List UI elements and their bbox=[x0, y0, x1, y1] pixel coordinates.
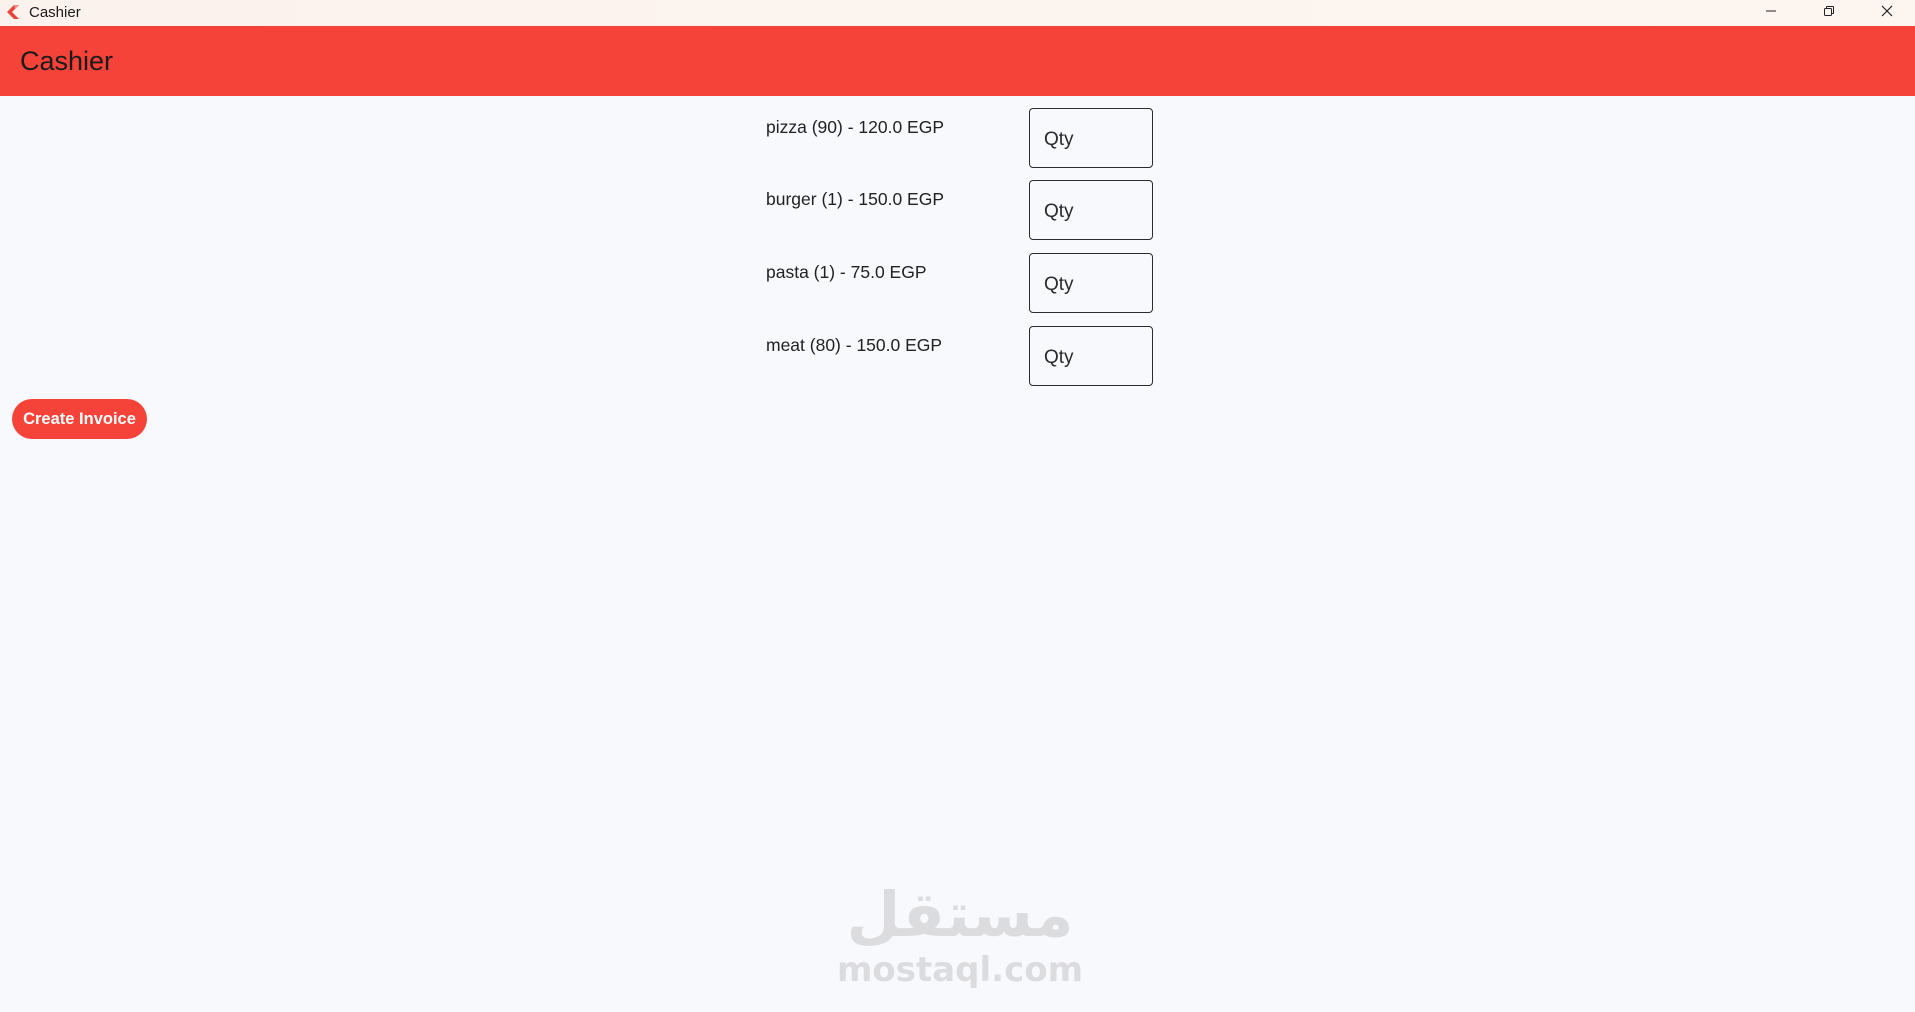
restore-icon bbox=[1823, 4, 1835, 22]
qty-input[interactable] bbox=[1029, 180, 1153, 240]
app-bar: Cashier bbox=[0, 26, 1915, 96]
product-row: burger (1) - 150.0 EGP bbox=[0, 168, 1915, 240]
qty-input[interactable] bbox=[1029, 253, 1153, 313]
product-row: meat (80) - 150.0 EGP bbox=[0, 314, 1915, 386]
watermark: مستقل mostaql.com bbox=[830, 880, 1090, 995]
qty-input[interactable] bbox=[1029, 108, 1153, 168]
watermark-arabic-text: مستقل bbox=[846, 878, 1074, 951]
qty-input[interactable] bbox=[1029, 326, 1153, 386]
create-invoice-button[interactable]: Create Invoice bbox=[12, 399, 147, 439]
minimize-icon bbox=[1765, 4, 1777, 22]
window-title: Cashier bbox=[29, 4, 81, 21]
close-button[interactable] bbox=[1858, 0, 1915, 26]
product-row: pizza (90) - 120.0 EGP bbox=[0, 96, 1915, 168]
minimize-button[interactable] bbox=[1742, 0, 1800, 26]
product-row: pasta (1) - 75.0 EGP bbox=[0, 241, 1915, 313]
restore-button[interactable] bbox=[1800, 0, 1858, 26]
product-label: burger (1) - 150.0 EGP bbox=[766, 189, 944, 209]
watermark-latin-text: mostaql.com bbox=[836, 950, 1084, 990]
app-logo-icon bbox=[5, 4, 21, 20]
product-label: pasta (1) - 75.0 EGP bbox=[766, 262, 927, 282]
product-label: pizza (90) - 120.0 EGP bbox=[766, 117, 944, 137]
window-titlebar[interactable]: Cashier bbox=[0, 0, 1915, 26]
page-title: Cashier bbox=[20, 46, 114, 76]
product-label: meat (80) - 150.0 EGP bbox=[766, 335, 943, 355]
product-list: pizza (90) - 120.0 EGP burger (1) - 150.… bbox=[0, 96, 1915, 396]
close-icon bbox=[1881, 4, 1893, 22]
